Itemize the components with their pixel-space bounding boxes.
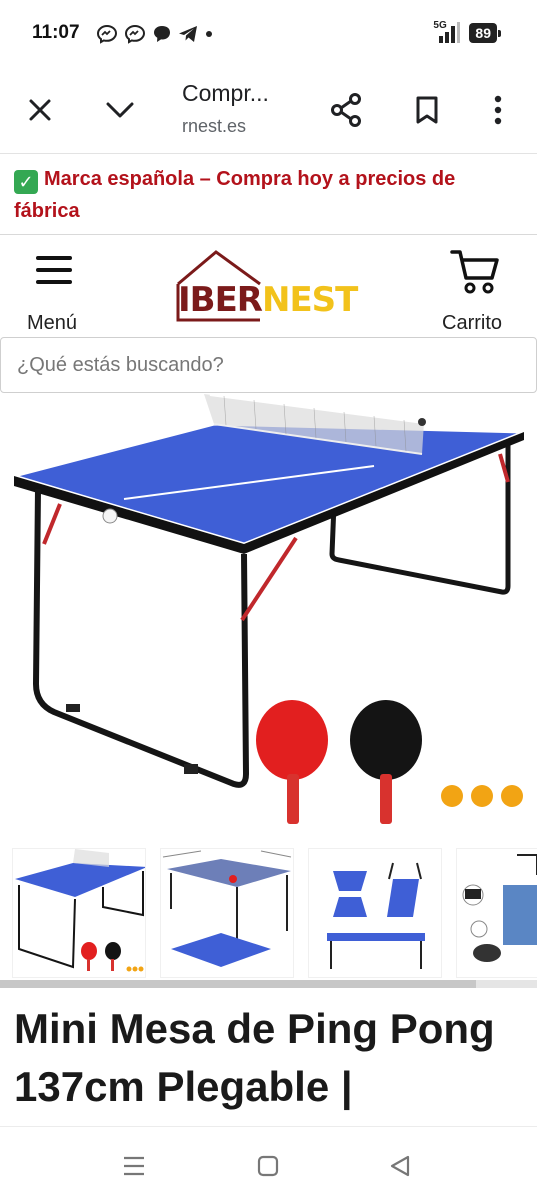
ping-pong-table-image: [14, 394, 524, 824]
promo-line: ✓ Marca española – Compra hoy a precios d…: [14, 163, 523, 227]
status-right: 5G 89: [429, 20, 501, 44]
thumbnail-table-with-paddles[interactable]: [12, 848, 146, 978]
close-icon: [29, 99, 51, 121]
dot-icon: [204, 29, 214, 39]
cart-label: Carrito: [442, 312, 503, 334]
thumbnail-accessories[interactable]: [456, 848, 537, 978]
ibernest-logo[interactable]: IBERNEST: [176, 250, 358, 326]
back-icon: [390, 1155, 410, 1177]
telegram-icon: [178, 25, 198, 43]
share-icon: [331, 93, 361, 127]
cart-button[interactable]: Carrito: [440, 246, 520, 334]
bookmark-icon: [416, 96, 438, 124]
recents-button[interactable]: [114, 1149, 154, 1183]
search-box: [0, 337, 537, 393]
status-time: 11:07: [32, 22, 80, 43]
search-input[interactable]: [1, 338, 536, 392]
product-title-text: Mini Mesa de Ping Pong 137cm Plegable |: [14, 1005, 495, 1110]
thumbnail-image: [162, 850, 292, 967]
more-vert-icon: [494, 95, 502, 125]
home-icon: [257, 1155, 279, 1177]
thumbnail-image: [327, 862, 425, 969]
thumbnail-folding-steps[interactable]: [308, 848, 442, 978]
menu-label: Menú: [27, 312, 78, 334]
menu-button[interactable]: Menú: [22, 252, 92, 334]
promo-banner: ✓ Marca española – Compra hoy a precios d…: [0, 155, 537, 235]
bookmark-button[interactable]: [405, 88, 449, 132]
system-nav-bar: [0, 1126, 537, 1200]
product-title: Mini Mesa de Ping Pong 137cm Plegable |: [14, 1000, 529, 1116]
thumbnail-image: [15, 849, 145, 972]
hamburger-icon: [36, 256, 72, 284]
home-button[interactable]: [248, 1149, 288, 1183]
chevron-down-icon: [106, 102, 134, 118]
page-title[interactable]: Compr...: [182, 80, 269, 107]
close-tab-button[interactable]: [18, 88, 62, 132]
notification-icons: [96, 24, 214, 44]
logo-text: IBERNEST: [178, 280, 358, 320]
recents-icon: [124, 1156, 144, 1176]
thumbnail-strip: [0, 848, 537, 980]
battery-indicator: 89: [469, 23, 501, 43]
logo-nest: NEST: [261, 280, 358, 320]
signal-icon: 5G: [429, 20, 461, 44]
cart-icon: [450, 250, 499, 294]
status-bar: 11:07 5G 89: [0, 0, 537, 70]
minimize-button[interactable]: [98, 88, 142, 132]
checkmark-icon: ✓: [14, 170, 38, 194]
more-options-button[interactable]: [476, 88, 520, 132]
product-main-image[interactable]: [14, 394, 524, 838]
back-button[interactable]: [380, 1149, 420, 1183]
chat-bubble-icon: [152, 24, 172, 44]
thumbnail-scrollbar[interactable]: [0, 980, 537, 988]
messenger-icon: [124, 24, 146, 44]
share-button[interactable]: [324, 88, 368, 132]
browser-toolbar: Compr... rnest.es: [0, 70, 537, 154]
site-header: Menú IBERNEST Carrito: [0, 236, 537, 336]
promo-text: Marca española – Compra hoy a precios de…: [14, 168, 456, 222]
thumbnail-table-dimensions[interactable]: [160, 848, 294, 978]
messenger-icon: [96, 24, 118, 44]
thumbnail-image: [462, 854, 537, 962]
logo-iber: IBER: [178, 280, 263, 320]
scrollbar-thumb[interactable]: [0, 980, 476, 988]
page-url[interactable]: rnest.es: [182, 116, 246, 137]
